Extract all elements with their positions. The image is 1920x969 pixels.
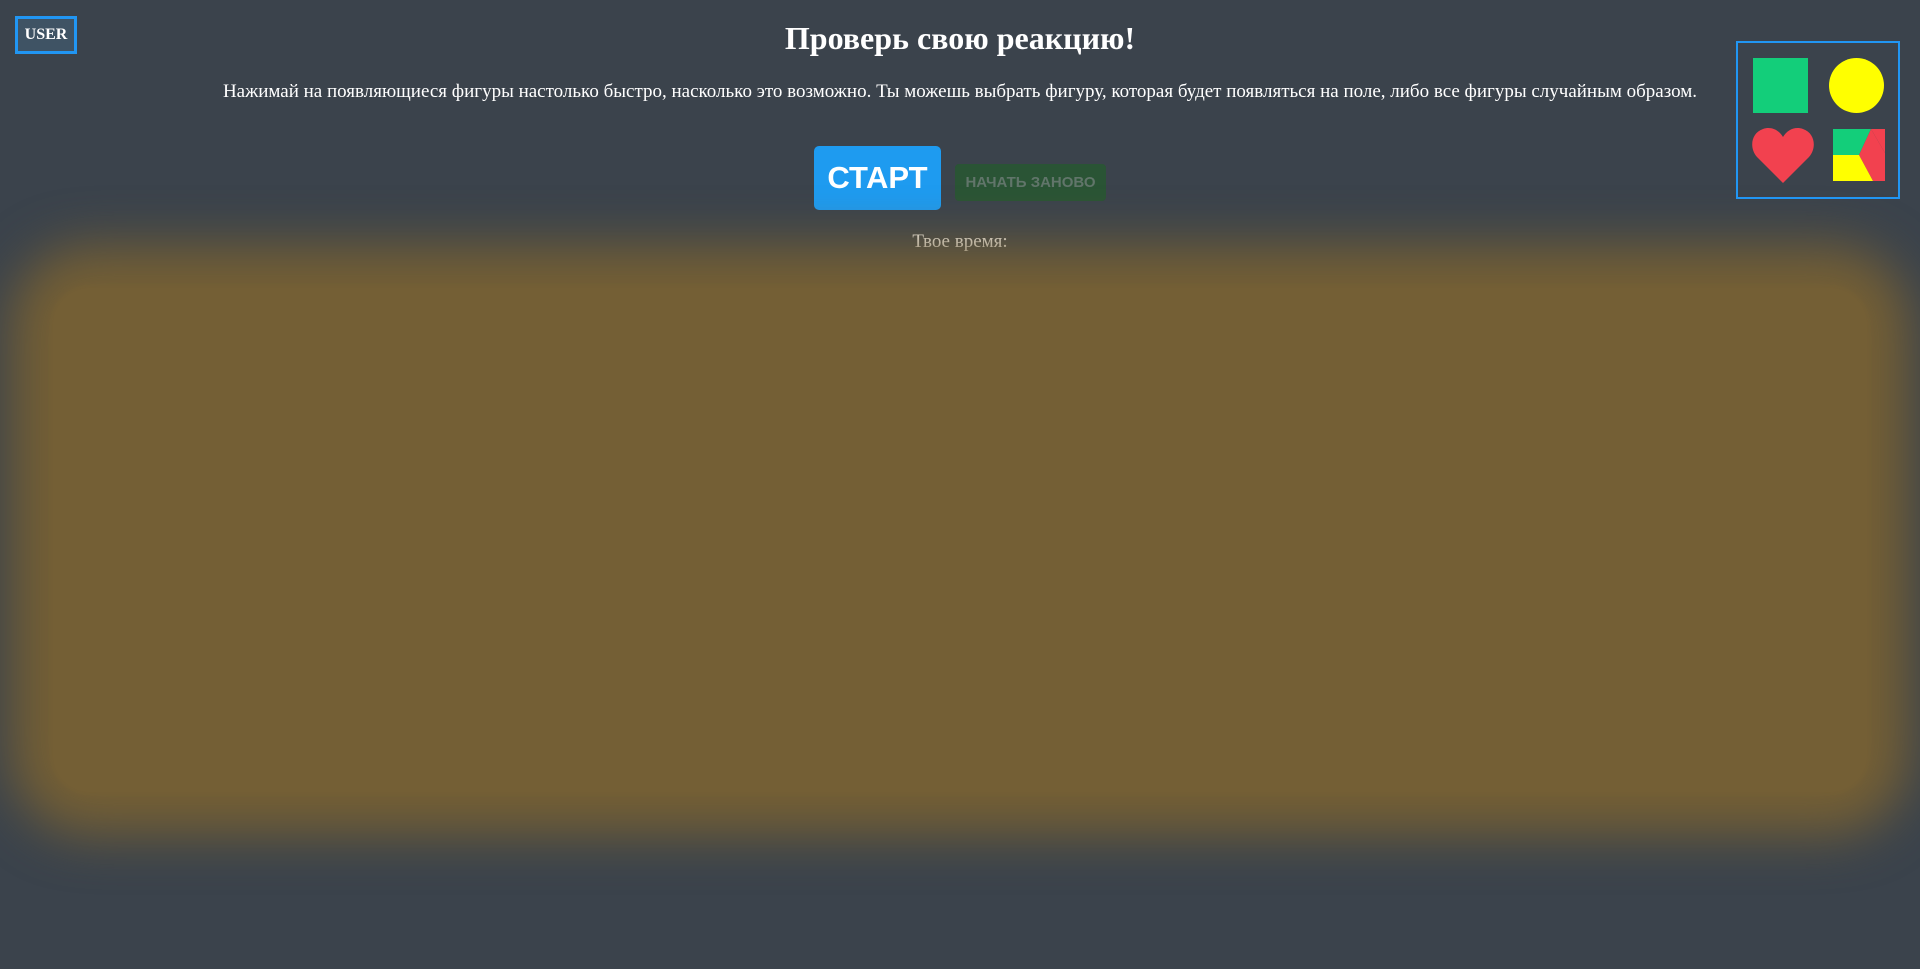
heart-icon[interactable] bbox=[1752, 127, 1814, 183]
game-field[interactable] bbox=[50, 285, 1870, 795]
game-description: Нажимай на появляющиеся фигуры настолько… bbox=[222, 81, 1698, 102]
page: USER Проверь свою реакцию! Нажимай на по… bbox=[0, 0, 1920, 969]
shape-picker bbox=[1736, 41, 1900, 199]
random-shapes-icon[interactable] bbox=[1833, 129, 1885, 181]
time-label: Твое время: bbox=[912, 231, 1008, 252]
circle-icon[interactable] bbox=[1829, 58, 1884, 113]
restart-button[interactable]: НАЧАТЬ ЗАНОВО bbox=[955, 164, 1106, 201]
start-button[interactable]: СТАРТ bbox=[814, 146, 941, 210]
page-title: Проверь свою реакцию! bbox=[784, 20, 1136, 56]
square-icon[interactable] bbox=[1753, 58, 1808, 113]
